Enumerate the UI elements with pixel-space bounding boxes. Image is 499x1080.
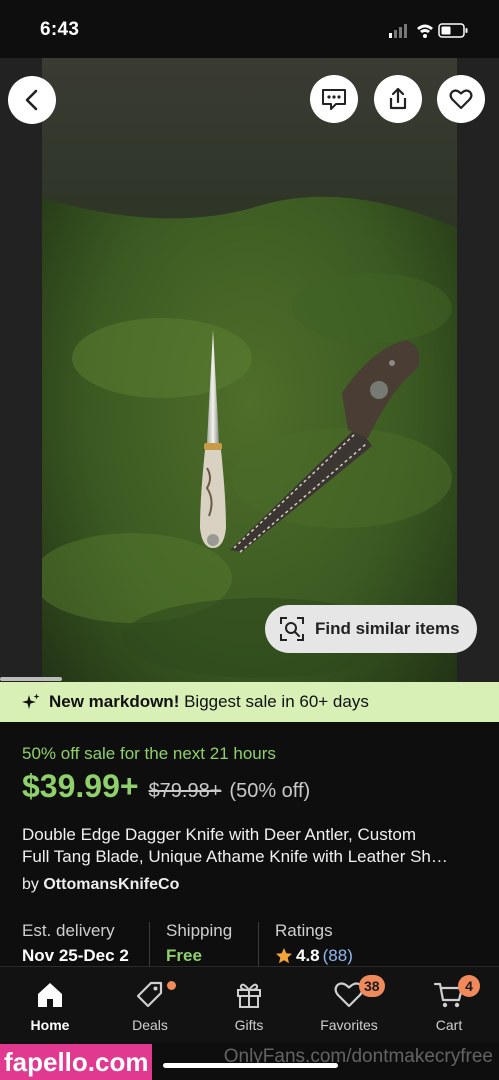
ratings-info[interactable]: Ratings 4.8 (88) [275,921,353,966]
delivery-value: Nov 25-Dec 2 [22,946,129,965]
status-time: 6:43 [40,19,80,40]
price-row: $39.99+ $79.98+ (50% off) [22,768,310,805]
find-similar-label: Find similar items [315,619,460,638]
sale-countdown: 50% off sale for the next 21 hours [22,744,276,763]
signal-icon [389,24,407,38]
ratings-label: Ratings [275,921,333,940]
adjacent-image-left [0,58,42,682]
find-similar-button[interactable]: Find similar items [265,605,477,653]
deals-dot-badge [167,981,176,990]
share-button[interactable] [374,75,422,123]
banner-strong-text: New markdown! [49,692,180,711]
tag-icon [136,981,163,1008]
heart-icon [449,89,473,110]
tab-favorites[interactable]: 38 Favorites [299,967,399,1043]
original-price: $79.98+ [148,780,222,802]
listing-title[interactable]: Double Edge Dagger Knife with Deer Antle… [22,824,484,868]
discount-percent: (50% off) [229,780,311,802]
star-icon [276,948,292,964]
visual-search-icon [280,617,304,641]
favorites-count-badge: 38 [359,975,385,997]
battery-icon [438,23,468,38]
seller-prefix: by [22,876,44,893]
product-image-carousel[interactable]: Find similar items [0,58,499,682]
status-icons [389,23,468,38]
listing-title-line: Full Tang Blade, Unique Athame Knife wit… [22,847,448,866]
tab-label: Cart [435,1017,463,1033]
home-icon [38,983,62,1007]
markdown-banner: New markdown! Biggest sale in 60+ days [0,682,499,722]
rating-count[interactable]: (88) [323,946,353,966]
watermark-left: fapello.com [0,1044,153,1080]
seller-link[interactable]: by OttomansKnifeCo [22,876,179,894]
seller-name: OttomansKnifeCo [43,876,180,893]
shipping-label: Shipping [166,921,233,940]
rating-value: 4.8 [296,946,320,965]
sparkle-icon [22,693,40,709]
message-icon [322,89,346,110]
wifi-icon [417,24,433,38]
tab-home[interactable]: Home [0,967,100,1043]
tab-label: Home [30,1017,70,1033]
tab-label: Favorites [320,1017,378,1033]
current-price: $39.99+ [22,768,139,804]
share-icon [389,87,407,110]
adjacent-image-right [457,58,499,682]
tab-deals[interactable]: Deals [100,967,200,1043]
tab-label: Gifts [234,1017,264,1033]
product-photo[interactable] [42,58,457,682]
tab-label: Deals [132,1017,168,1033]
divider [258,922,259,968]
listing-title-line: Double Edge Dagger Knife with Deer Antle… [22,825,417,844]
gift-icon [237,983,261,1008]
chevron-left-icon [25,89,38,111]
cart-count-badge: 4 [458,975,480,997]
ratings-value: 4.8 (88) [275,946,353,966]
message-seller-button[interactable] [310,75,358,123]
back-button[interactable] [8,76,56,124]
favorite-button[interactable] [437,75,485,123]
watermark-right: OnlyFans.com/dontmakecryfree [223,1046,493,1067]
carousel-indicator [0,677,62,681]
bottom-tab-bar: Home Deals Gifts 38 Favorites 4 Cart [0,966,499,1043]
delivery-label: Est. delivery [22,921,115,940]
delivery-info[interactable]: Est. delivery Nov 25-Dec 2 [22,921,129,966]
status-bar: 6:43 [0,0,499,58]
shipping-value: Free [166,946,202,965]
shipping-info[interactable]: Shipping Free [166,921,232,966]
tab-gifts[interactable]: Gifts [199,967,299,1043]
divider [149,922,150,968]
banner-text: Biggest sale in 60+ days [179,692,369,711]
tab-cart[interactable]: 4 Cart [399,967,499,1043]
